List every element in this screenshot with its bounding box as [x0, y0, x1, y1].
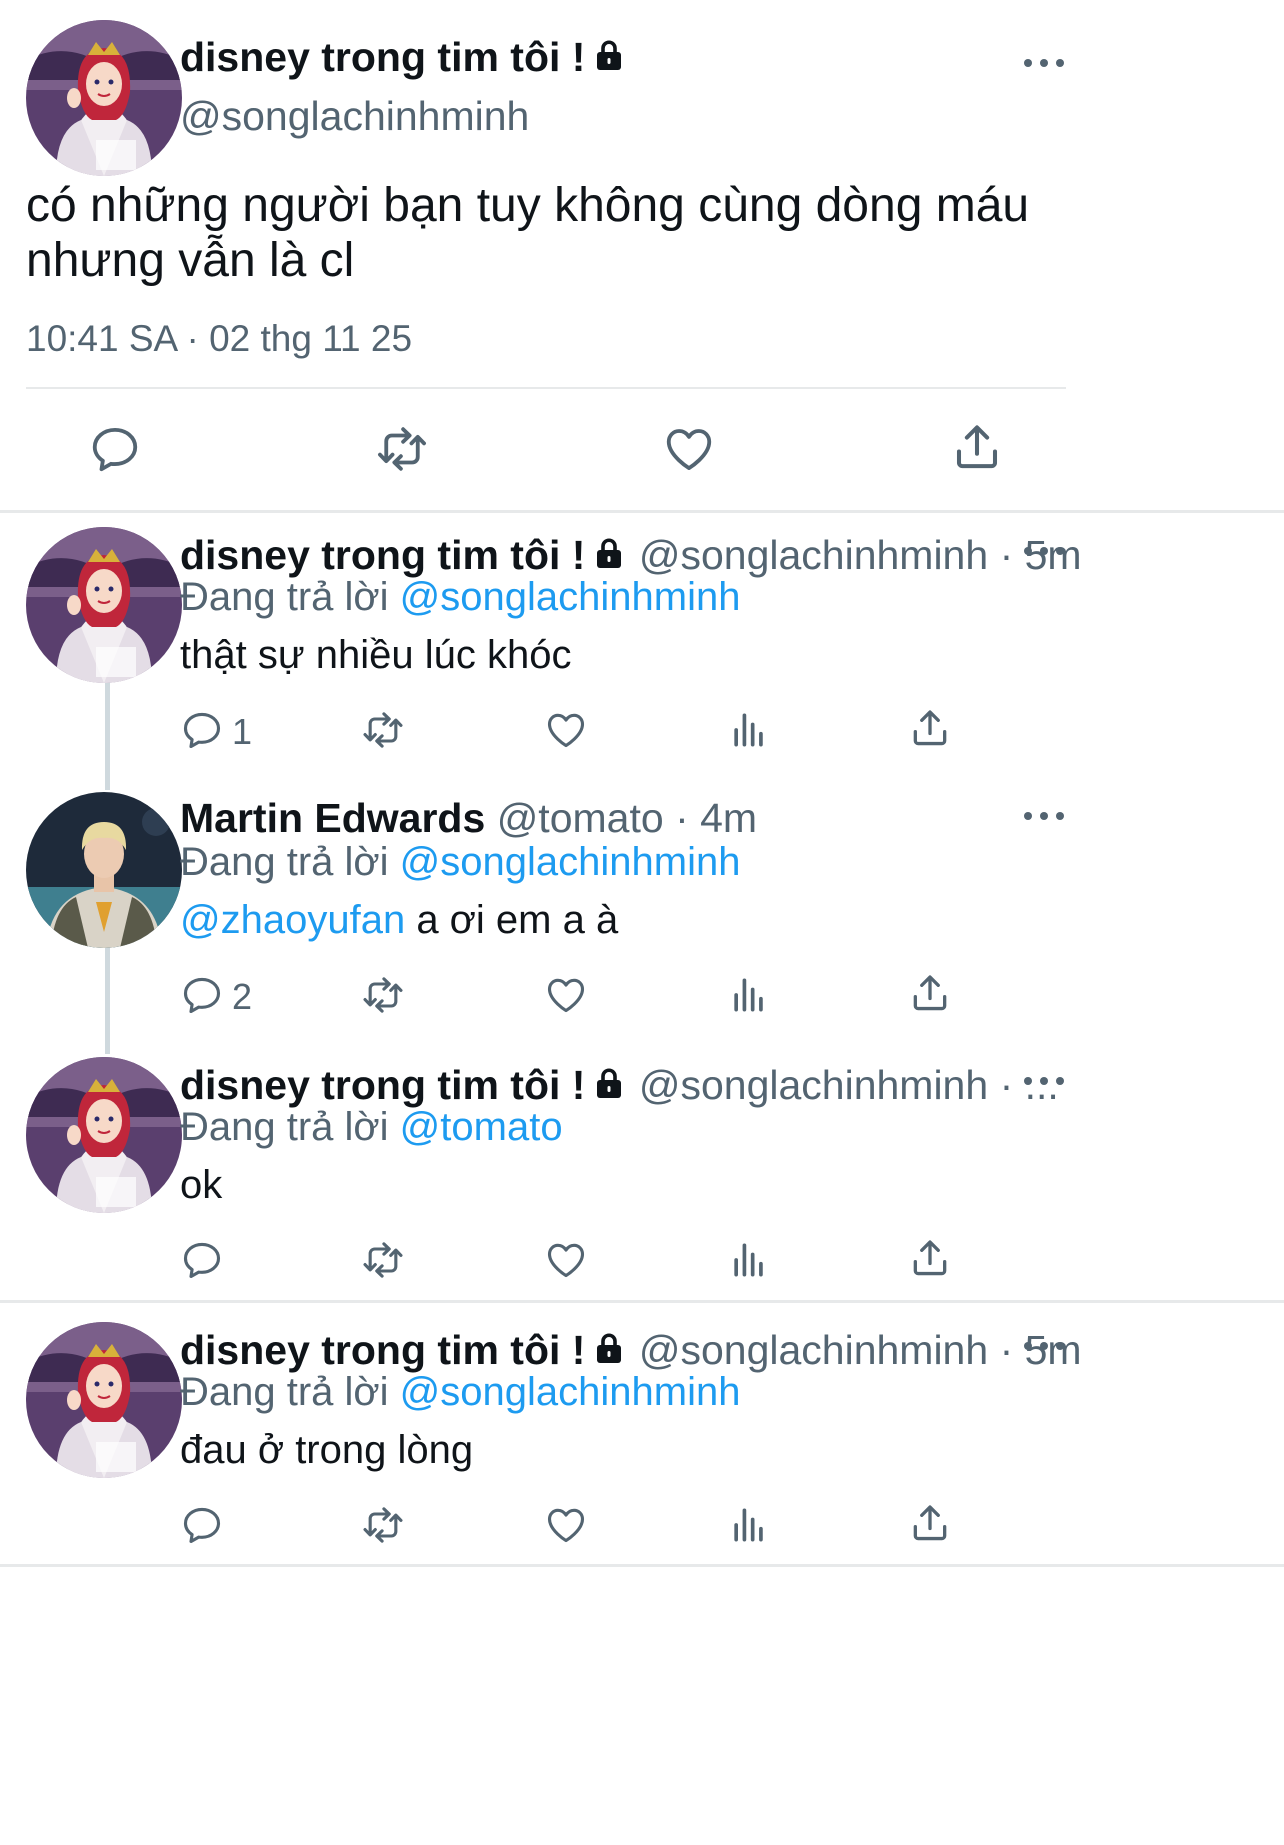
- reply-header: Martin Edwards @tomato · 4m: [180, 795, 757, 842]
- reply-icon[interactable]: [180, 1238, 224, 1282]
- heart-icon[interactable]: [544, 1503, 588, 1547]
- section-divider: [0, 1300, 1284, 1303]
- analytics-icon[interactable]: [727, 708, 771, 752]
- reply-header: disney trong tim tôi ! @songlachinhminh …: [180, 1327, 1082, 1374]
- more-icon[interactable]: [1020, 1339, 1068, 1353]
- avatar-image: [26, 20, 182, 176]
- reply-count: 2: [232, 976, 253, 1017]
- replying-to-link[interactable]: @songlachinhminh: [400, 575, 741, 619]
- avatar-main[interactable]: [26, 20, 182, 176]
- replying-to: Đang trả lời @songlachinhminh: [180, 1370, 740, 1415]
- share-icon[interactable]: [908, 971, 952, 1015]
- heart-icon[interactable]: [544, 973, 588, 1017]
- handle[interactable]: @songlachinhminh: [639, 1327, 988, 1373]
- section-divider: [0, 1564, 1284, 1567]
- avatar-image: [26, 1322, 182, 1478]
- heart-icon[interactable]: [662, 422, 716, 476]
- heart-icon[interactable]: [544, 708, 588, 752]
- replying-to-link[interactable]: @songlachinhminh: [400, 840, 741, 884]
- reply-text: đau ở trong lòng: [180, 1428, 474, 1472]
- reply-text: ok: [180, 1163, 223, 1207]
- avatar-image: [26, 792, 182, 948]
- replying-label: Đang trả lời: [180, 575, 389, 619]
- handle[interactable]: @songlachinhminh: [639, 532, 988, 578]
- more-icon[interactable]: [1020, 1074, 1068, 1088]
- replying-to: Đang trả lời @songlachinhminh: [180, 575, 740, 620]
- replying-label: Đang trả lời: [180, 1370, 389, 1414]
- heart-icon[interactable]: [544, 1238, 588, 1282]
- share-icon[interactable]: [908, 1236, 952, 1280]
- reply-text: @zhaoyufan a ơi em a à: [180, 898, 618, 943]
- retweet-icon[interactable]: [358, 1238, 408, 1282]
- replying-label: Đang trả lời: [180, 1105, 389, 1149]
- retweet-icon[interactable]: [358, 1503, 408, 1547]
- retweet-icon[interactable]: [358, 708, 408, 752]
- tweet-text-line-2: nhưng vẫn là cl: [26, 234, 355, 287]
- share-icon[interactable]: [950, 420, 1004, 474]
- reply-header: disney trong tim tôi ! @songlachinhminh …: [180, 1062, 1059, 1109]
- replying-to: Đang trả lời @songlachinhminh: [180, 840, 740, 885]
- avatar[interactable]: [26, 527, 182, 683]
- more-icon[interactable]: [1020, 56, 1068, 70]
- display-name[interactable]: disney trong tim tôi !: [180, 1327, 585, 1373]
- analytics-icon[interactable]: [727, 973, 771, 1017]
- reply-icon[interactable]: [180, 708, 224, 752]
- reply-icon[interactable]: [180, 973, 224, 1017]
- replying-to: Đang trả lời @tomato: [180, 1105, 563, 1150]
- avatar[interactable]: [26, 792, 182, 948]
- tweet-text-line-1: có những người bạn tuy không cùng dòng m…: [26, 179, 1030, 232]
- display-name[interactable]: disney trong tim tôi !: [180, 532, 585, 578]
- tweet-text: có những người bạn tuy không cùng dòng m…: [26, 178, 1029, 288]
- reply-header: disney trong tim tôi ! @songlachinhminh …: [180, 532, 1082, 579]
- mention-link[interactable]: @zhaoyufan: [180, 898, 405, 942]
- display-name: disney trong tim tôi !: [180, 34, 586, 80]
- avatar-image: [26, 527, 182, 683]
- reply-icon[interactable]: [88, 422, 142, 476]
- more-icon[interactable]: [1020, 809, 1068, 823]
- display-name[interactable]: Martin Edwards: [180, 795, 485, 841]
- tweet-timestamp[interactable]: 10:41 SA · 02 thg 11 25: [26, 318, 412, 360]
- reply-text: thật sự nhiều lúc khóc: [180, 633, 572, 677]
- avatar[interactable]: [26, 1322, 182, 1478]
- lock-icon: [591, 1064, 627, 1102]
- avatar-image: [26, 1057, 182, 1213]
- share-icon[interactable]: [908, 1501, 952, 1545]
- reply-count: 1: [232, 711, 253, 752]
- share-icon[interactable]: [908, 706, 952, 750]
- reply-icon[interactable]: [180, 1503, 224, 1547]
- divider: [26, 387, 1066, 389]
- avatar[interactable]: [26, 1057, 182, 1213]
- handle[interactable]: @songlachinhminh: [639, 1062, 988, 1108]
- retweet-icon[interactable]: [358, 973, 408, 1017]
- author-handle-main[interactable]: @songlachinhminh: [180, 93, 529, 140]
- replying-label: Đang trả lời: [180, 840, 389, 884]
- replying-to-link[interactable]: @songlachinhminh: [400, 1370, 741, 1414]
- lock-icon: [591, 534, 627, 572]
- analytics-icon[interactable]: [727, 1503, 771, 1547]
- display-name[interactable]: disney trong tim tôi !: [180, 1062, 585, 1108]
- lock-icon: [591, 36, 627, 74]
- section-divider: [0, 510, 1284, 513]
- reply-text-body: a ơi em a à: [405, 898, 619, 942]
- lock-icon: [591, 1329, 627, 1367]
- more-icon[interactable]: [1020, 544, 1068, 558]
- time: · 4m: [675, 795, 758, 841]
- handle[interactable]: @tomato: [497, 795, 664, 841]
- author-name-main[interactable]: disney trong tim tôi !: [180, 34, 627, 81]
- retweet-icon[interactable]: [372, 422, 432, 476]
- replying-to-link[interactable]: @tomato: [400, 1105, 563, 1149]
- analytics-icon[interactable]: [727, 1238, 771, 1282]
